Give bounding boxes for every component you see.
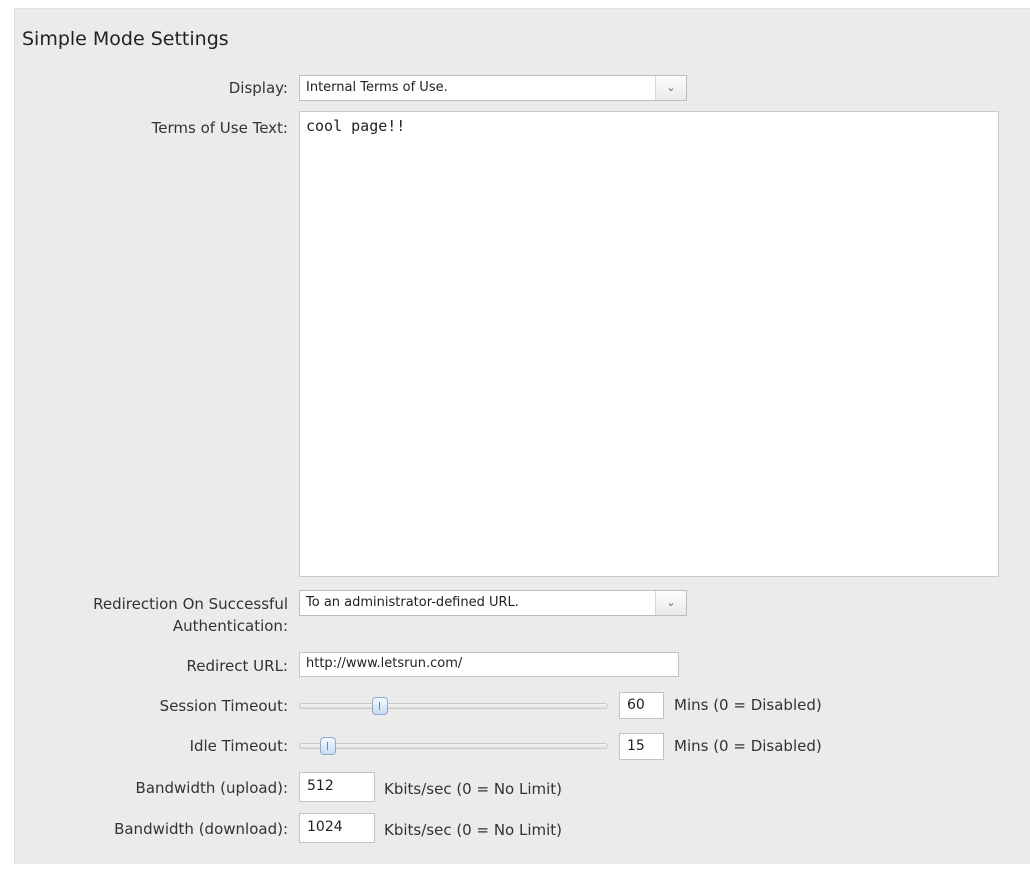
section-title: Simple Mode Settings — [22, 28, 229, 50]
idle-timeout-slider[interactable] — [299, 743, 608, 749]
session-timeout-slider[interactable] — [299, 703, 608, 709]
idle-timeout-input[interactable]: 15 — [619, 733, 664, 760]
session-timeout-label: Session Timeout: — [159, 697, 288, 715]
redirection-label: Redirection On Successful Authentication… — [93, 595, 288, 635]
session-timeout-slider-handle[interactable] — [372, 697, 388, 715]
chevron-down-icon[interactable]: ⌄ — [655, 591, 686, 615]
bandwidth-upload-label: Bandwidth (upload): — [135, 779, 288, 797]
terms-label: Terms of Use Text: — [151, 119, 288, 137]
display-select[interactable]: Internal Terms of Use. ⌄ — [299, 75, 687, 101]
chevron-down-icon[interactable]: ⌄ — [655, 76, 686, 100]
display-select-value: Internal Terms of Use. — [306, 80, 448, 95]
display-label: Display: — [228, 79, 288, 97]
idle-timeout-slider-handle[interactable] — [320, 737, 336, 755]
session-timeout-input[interactable]: 60 — [619, 692, 664, 719]
redirection-select[interactable]: To an administrator-defined URL. ⌄ — [299, 590, 687, 616]
redirect-url-label: Redirect URL: — [186, 657, 288, 675]
bandwidth-download-input[interactable]: 1024 — [299, 813, 375, 843]
bandwidth-download-unit: Kbits/sec (0 = No Limit) — [384, 821, 563, 839]
redirection-select-value: To an administrator-defined URL. — [306, 595, 519, 610]
redirect-url-input[interactable]: http://www.letsrun.com/ — [299, 652, 679, 677]
idle-timeout-label: Idle Timeout: — [189, 737, 288, 755]
session-timeout-unit: Mins (0 = Disabled) — [674, 696, 822, 714]
bandwidth-download-label: Bandwidth (download): — [114, 820, 288, 838]
idle-timeout-unit: Mins (0 = Disabled) — [674, 737, 822, 755]
bandwidth-upload-unit: Kbits/sec (0 = No Limit) — [384, 780, 563, 798]
terms-textarea[interactable]: cool page!! — [299, 111, 999, 577]
bandwidth-upload-input[interactable]: 512 — [299, 772, 375, 802]
